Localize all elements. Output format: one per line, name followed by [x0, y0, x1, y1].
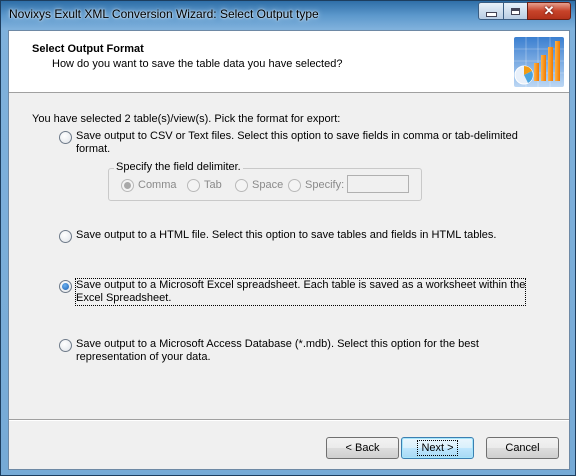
specify-delimiter-input[interactable]: [347, 175, 409, 193]
delimiter-space[interactable]: Space: [235, 178, 283, 192]
minimize-icon: [485, 11, 497, 17]
maximize-button[interactable]: [503, 2, 528, 20]
csv-label-line1: Save output to CSV or Text files. Select…: [76, 130, 518, 142]
close-icon: ✕: [543, 3, 555, 18]
option-html[interactable]: Save output to a HTML file. Select this …: [59, 229, 496, 243]
option-excel[interactable]: Save output to a Microsoft Excel spreads…: [59, 278, 527, 306]
wizard-window: Novixys Exult XML Conversion Wizard: Sel…: [0, 0, 576, 476]
access-label-line1: Save output to a Microsoft Access Databa…: [76, 338, 479, 350]
access-label[interactable]: Save output to a Microsoft Access Databa…: [76, 338, 479, 364]
comma-label: Comma: [138, 178, 177, 191]
excel-label-line2: Excel Spreadsheet.: [76, 292, 172, 304]
page-title: Select Output Format: [32, 43, 144, 55]
html-radio[interactable]: [59, 230, 72, 243]
next-button[interactable]: Next >: [401, 437, 474, 459]
csv-label[interactable]: Save output to CSV or Text files. Select…: [76, 130, 518, 156]
delimiter-tab[interactable]: Tab: [187, 178, 222, 192]
excel-label[interactable]: Save output to a Microsoft Excel spreads…: [74, 278, 527, 306]
selection-summary: You have selected 2 table(s)/view(s). Pi…: [32, 113, 341, 125]
title-bar[interactable]: Novixys Exult XML Conversion Wizard: Sel…: [1, 1, 575, 31]
space-label: Space: [252, 178, 284, 191]
cancel-button[interactable]: Cancel: [486, 437, 559, 459]
csv-radio[interactable]: [59, 131, 72, 144]
cancel-label: Cancel: [505, 442, 540, 454]
back-button[interactable]: < Back: [326, 437, 399, 459]
html-label[interactable]: Save output to a HTML file. Select this …: [76, 229, 496, 242]
specify-label: Specify:: [305, 178, 345, 191]
html-label-line1: Save output to a HTML file. Select this …: [76, 229, 497, 241]
button-separator: [9, 419, 569, 421]
space-radio[interactable]: [235, 179, 248, 192]
wizard-header: Select Output Format How do you want to …: [9, 31, 569, 93]
specify-radio[interactable]: [288, 179, 301, 192]
maximize-icon: [511, 7, 520, 15]
delimiter-caption: Specify the field delimiter.: [114, 161, 243, 173]
back-label: < Back: [345, 442, 380, 454]
excel-radio[interactable]: [59, 280, 72, 293]
delimiter-comma[interactable]: Comma: [121, 178, 177, 192]
page-subtitle: How do you want to save the table data y…: [52, 58, 343, 70]
tab-label: Tab: [204, 178, 222, 191]
wizard-client-area: Select Output Format How do you want to …: [8, 30, 570, 470]
excel-chart-logo-icon: [514, 37, 564, 87]
delimiter-specify[interactable]: Specify:: [288, 178, 344, 192]
access-label-line2: representation of your data.: [76, 351, 211, 363]
excel-label-line1: Save output to a Microsoft Excel spreads…: [76, 279, 526, 291]
tab-radio[interactable]: [187, 179, 200, 192]
access-radio[interactable]: [59, 339, 72, 352]
window-title: Novixys Exult XML Conversion Wizard: Sel…: [9, 7, 319, 21]
next-label: Next >: [417, 440, 458, 456]
option-csv[interactable]: Save output to CSV or Text files. Select…: [59, 130, 518, 156]
option-access[interactable]: Save output to a Microsoft Access Databa…: [59, 338, 479, 364]
comma-radio[interactable]: [121, 179, 134, 192]
minimize-button[interactable]: [478, 2, 504, 20]
csv-label-line2: format.: [76, 143, 111, 155]
close-button[interactable]: ✕: [527, 2, 571, 20]
